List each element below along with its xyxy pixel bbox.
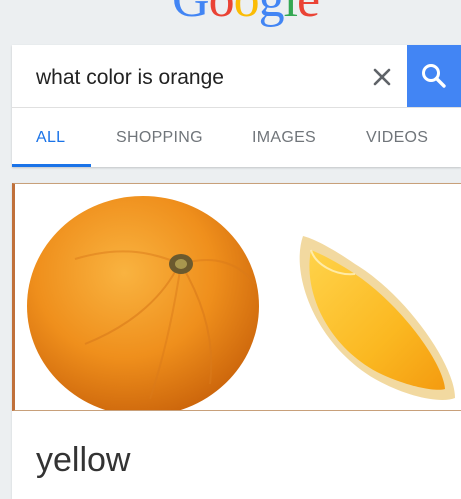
orange-images bbox=[27, 196, 455, 410]
tab-videos[interactable]: VIDEOS bbox=[366, 108, 428, 167]
tab-images[interactable]: IMAGES bbox=[252, 108, 316, 167]
logo-letter: l bbox=[284, 0, 298, 29]
search-input[interactable] bbox=[36, 63, 366, 93]
logo-letter: g bbox=[259, 0, 285, 29]
search-button[interactable] bbox=[407, 45, 461, 107]
logo-letter: e bbox=[297, 0, 320, 29]
tab-label: VIDEOS bbox=[366, 128, 429, 146]
orange-slice-image bbox=[299, 236, 455, 400]
clear-button[interactable] bbox=[366, 61, 398, 93]
answer-card: yellow bbox=[12, 183, 461, 499]
tab-label: SHOPPING bbox=[116, 128, 203, 146]
logo-letter: G bbox=[172, 0, 210, 29]
logo-letter: o bbox=[209, 0, 235, 29]
close-icon bbox=[373, 68, 391, 86]
answer-text: yellow bbox=[36, 441, 131, 479]
active-tab-indicator bbox=[12, 164, 91, 167]
result-tabs: ALL SHOPPING IMAGES VIDEOS bbox=[12, 108, 461, 167]
search-card: ALL SHOPPING IMAGES VIDEOS bbox=[12, 45, 461, 167]
tab-all[interactable]: ALL bbox=[36, 108, 65, 167]
tab-label: ALL bbox=[36, 128, 66, 146]
logo-letter: o bbox=[234, 0, 260, 29]
whole-orange-image bbox=[27, 196, 259, 410]
search-icon bbox=[422, 64, 446, 88]
logo-text: Google bbox=[172, 0, 320, 29]
google-logo[interactable]: Google bbox=[0, 0, 461, 40]
tab-shopping[interactable]: SHOPPING bbox=[116, 108, 203, 167]
tab-label: IMAGES bbox=[252, 128, 317, 146]
image-strip[interactable] bbox=[12, 183, 461, 411]
